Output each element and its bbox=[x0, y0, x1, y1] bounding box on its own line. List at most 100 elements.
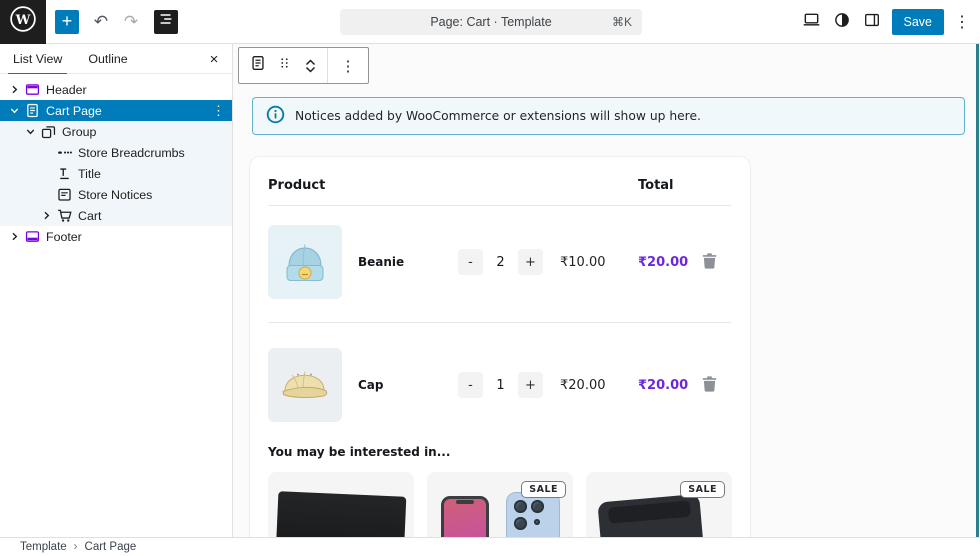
cross-sells-heading: You may be interested in... bbox=[268, 445, 451, 459]
title-block-icon bbox=[54, 165, 75, 182]
store-notices-placeholder[interactable]: Notices added by WooCommerce or extensio… bbox=[252, 97, 965, 135]
move-down-icon bbox=[305, 66, 315, 73]
quantity-value[interactable]: 1 bbox=[483, 372, 518, 398]
block-options-button[interactable]: ⋮ bbox=[333, 48, 363, 83]
tree-item-cart[interactable]: Cart bbox=[0, 205, 232, 226]
block-inserter-button[interactable]: + bbox=[55, 9, 79, 34]
quantity-decrease-button[interactable]: - bbox=[458, 249, 483, 275]
tree-item-footer[interactable]: Footer bbox=[0, 226, 232, 247]
quantity-increase-button[interactable]: + bbox=[518, 249, 543, 275]
block-toolbar-group bbox=[239, 48, 327, 83]
tree-item-label: Cart bbox=[78, 208, 102, 223]
cart-item-row: Beanie - 2 + ₹10.00 ₹20.00 bbox=[250, 225, 750, 299]
trash-icon bbox=[702, 253, 717, 269]
chevron-right-icon bbox=[6, 231, 22, 242]
canvas-scrollbar[interactable] bbox=[976, 44, 979, 537]
document-title-button[interactable]: Page: Cart · Template ⌘K bbox=[340, 9, 642, 35]
header-template-part-icon bbox=[22, 81, 43, 98]
chevron-down-icon[interactable] bbox=[6, 105, 22, 116]
breadcrumb-separator: › bbox=[73, 541, 78, 553]
breadcrumb-cart-page: Cart Page bbox=[84, 541, 137, 553]
block-tree: Header Cart Page ⋮ Group Store Breadcrum… bbox=[0, 74, 232, 247]
tree-item-store-breadcrumbs[interactable]: Store Breadcrumbs bbox=[0, 142, 232, 163]
tree-item-label: Cart Page bbox=[46, 103, 102, 118]
phone-blue-image bbox=[506, 492, 560, 537]
block-toolbar-group: ⋮ bbox=[327, 48, 368, 83]
block-type-button[interactable] bbox=[244, 49, 271, 83]
phone-notch bbox=[456, 500, 474, 504]
camera-lens bbox=[534, 519, 540, 525]
wordpress-logo-button[interactable]: W bbox=[0, 0, 46, 44]
unit-price: ₹20.00 bbox=[560, 377, 606, 393]
close-list-view-button[interactable]: × bbox=[204, 49, 224, 69]
drag-handle[interactable] bbox=[271, 49, 298, 83]
cart-item-row: Cap - 1 + ₹20.00 ₹20.00 bbox=[250, 348, 750, 422]
tree-item-store-notices[interactable]: Store Notices bbox=[0, 184, 232, 205]
topbar-right-tools: Save ⋮ bbox=[798, 0, 975, 44]
product-card-phones[interactable]: SALE bbox=[427, 472, 573, 537]
redo-button[interactable]: ↷ bbox=[119, 10, 143, 34]
trash-icon bbox=[702, 376, 717, 392]
block-mover[interactable] bbox=[298, 49, 322, 83]
remove-item-button[interactable] bbox=[702, 375, 717, 396]
list-view-tabs: List View Outline × bbox=[0, 44, 232, 74]
notice-text: Notices added by WooCommerce or extensio… bbox=[295, 109, 701, 123]
command-shortcut: ⌘K bbox=[611, 15, 632, 29]
sale-badge: SALE bbox=[521, 481, 566, 498]
document-breadcrumb-bar: Template › Cart Page bbox=[0, 537, 980, 556]
tree-item-cart-page[interactable]: Cart Page ⋮ bbox=[0, 100, 232, 121]
settings-sidebar-toggle[interactable] bbox=[858, 8, 886, 36]
tab-outline[interactable]: Outline bbox=[75, 44, 140, 73]
info-icon bbox=[266, 105, 285, 128]
chevron-down-icon[interactable] bbox=[22, 126, 38, 137]
tree-item-label: Title bbox=[78, 166, 101, 181]
editor-canvas: ⋮ Notices added by WooCommerce or extens… bbox=[233, 44, 980, 537]
preview-button[interactable] bbox=[798, 8, 826, 36]
product-card-tv[interactable] bbox=[268, 472, 414, 537]
column-header-product: Product bbox=[268, 178, 326, 193]
options-menu-button[interactable]: ⋮ bbox=[950, 8, 974, 36]
product-image-beanie bbox=[268, 225, 342, 299]
sidebar-panel-icon bbox=[863, 11, 881, 34]
tree-item-label: Header bbox=[46, 82, 87, 97]
quantity-value[interactable]: 2 bbox=[483, 249, 518, 275]
column-header-total: Total bbox=[638, 178, 674, 193]
tree-item-group[interactable]: Group bbox=[0, 121, 232, 142]
undo-button[interactable]: ↶ bbox=[89, 10, 113, 34]
tree-item-title[interactable]: Title bbox=[0, 163, 232, 184]
ellipsis-icon: ⋮ bbox=[954, 14, 970, 31]
chevron-right-icon[interactable] bbox=[38, 210, 54, 221]
document-title: Page: Cart · Template bbox=[430, 15, 552, 29]
breadcrumb-template[interactable]: Template bbox=[20, 541, 67, 553]
tree-item-label: Group bbox=[62, 124, 97, 139]
cart-block[interactable]: Product Total Beanie - 2 + ₹10.00 ₹20.00… bbox=[250, 157, 750, 537]
phone-pink-image bbox=[441, 496, 489, 537]
plus-icon: + bbox=[61, 10, 73, 31]
product-image-cap bbox=[268, 348, 342, 422]
close-icon: × bbox=[209, 50, 219, 68]
save-button[interactable]: Save bbox=[891, 9, 944, 35]
remove-item-button[interactable] bbox=[702, 252, 717, 273]
quantity-increase-button[interactable]: + bbox=[518, 372, 543, 398]
wordpress-icon: W bbox=[8, 4, 38, 39]
quantity-decrease-button[interactable]: - bbox=[458, 372, 483, 398]
breadcrumbs-block-icon bbox=[54, 144, 75, 161]
ellipsis-icon: ⋮ bbox=[340, 57, 356, 75]
redo-icon: ↷ bbox=[123, 11, 139, 31]
site-editor: W + ↶ ↷ Page: Cart · Template ⌘K Save ⋮ … bbox=[0, 0, 980, 556]
line-total: ₹20.00 bbox=[638, 254, 689, 270]
tree-item-label: Store Breadcrumbs bbox=[78, 145, 185, 160]
tree-item-header[interactable]: Header bbox=[0, 79, 232, 100]
contrast-icon bbox=[833, 11, 851, 34]
list-view-sidebar: List View Outline × Header Cart Page ⋮ G… bbox=[0, 44, 233, 537]
product-card-speaker[interactable]: SALE bbox=[586, 472, 732, 537]
product-name: Cap bbox=[358, 378, 384, 392]
list-view-toggle-button[interactable] bbox=[154, 9, 178, 34]
block-options-button[interactable]: ⋮ bbox=[212, 100, 225, 121]
style-book-button[interactable] bbox=[828, 8, 856, 36]
camera-lens bbox=[531, 500, 544, 513]
tree-item-label: Footer bbox=[46, 229, 82, 244]
tree-item-label: Store Notices bbox=[78, 187, 153, 202]
cart-block-icon bbox=[54, 207, 75, 224]
tab-list-view[interactable]: List View bbox=[0, 44, 75, 74]
